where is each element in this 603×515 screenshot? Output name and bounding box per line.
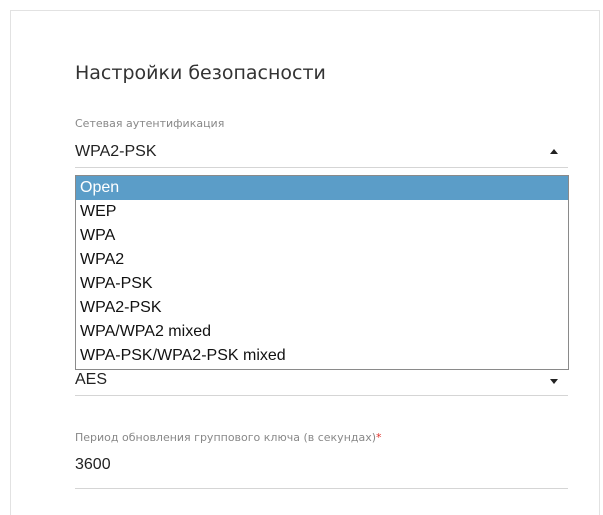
group-key-period-label: Период обновления группового ключа (в се… bbox=[75, 431, 382, 444]
encryption-type-select[interactable]: AES bbox=[75, 368, 568, 396]
option-wpa2-psk[interactable]: WPA2-PSK bbox=[76, 296, 568, 320]
encryption-type-value: AES bbox=[75, 371, 108, 388]
option-open[interactable]: Open bbox=[76, 176, 568, 200]
option-wpa[interactable]: WPA bbox=[76, 224, 568, 248]
section-title: Настройки безопасности bbox=[75, 62, 326, 84]
required-mark: * bbox=[376, 431, 382, 444]
group-key-period-value: 3600 bbox=[75, 456, 111, 473]
option-wpa-psk-wpa2-psk-mixed[interactable]: WPA-PSK/WPA2-PSK mixed bbox=[76, 344, 568, 368]
network-auth-value: WPA2-PSK bbox=[75, 143, 157, 160]
network-auth-dropdown: Open WEP WPA WPA2 WPA-PSK WPA2-PSK WPA/W… bbox=[75, 175, 569, 370]
network-auth-select[interactable]: WPA2-PSK bbox=[75, 140, 568, 168]
option-wpa-wpa2-mixed[interactable]: WPA/WPA2 mixed bbox=[76, 320, 568, 344]
network-auth-label: Сетевая аутентификация bbox=[75, 117, 225, 130]
group-key-period-label-text: Период обновления группового ключа (в се… bbox=[75, 431, 377, 444]
chevron-down-icon bbox=[550, 379, 558, 384]
option-wep[interactable]: WEP bbox=[76, 200, 568, 224]
option-wpa2[interactable]: WPA2 bbox=[76, 248, 568, 272]
group-key-period-field[interactable]: 3600 bbox=[75, 453, 568, 489]
option-wpa-psk[interactable]: WPA-PSK bbox=[76, 272, 568, 296]
caret-up-icon bbox=[550, 149, 558, 154]
